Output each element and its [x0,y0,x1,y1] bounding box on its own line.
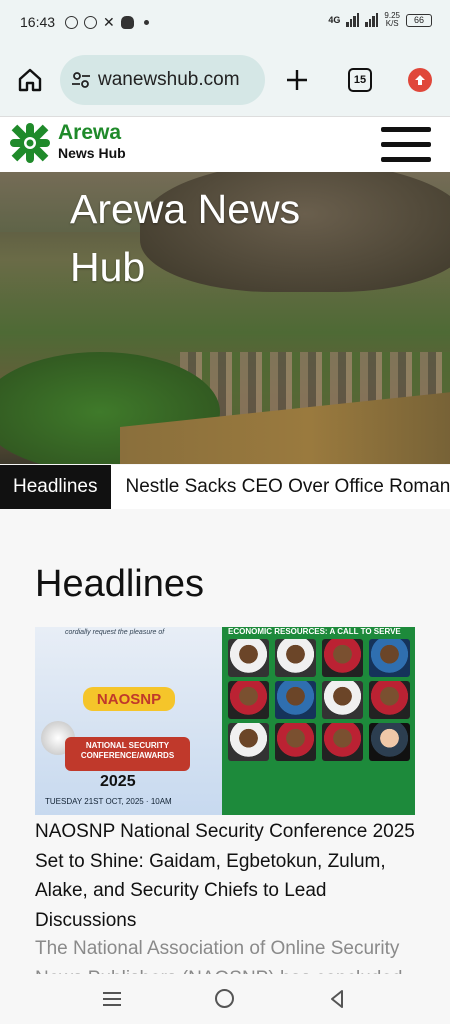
more-notifications-dot [143,19,149,25]
notification-icons: ✕ [65,13,149,30]
headline-ticker: Headlines Nestle Sacks CEO Over Office R… [0,465,450,509]
arewa-logo-icon[interactable] [8,119,52,167]
back-icon[interactable] [327,989,347,1009]
image-right-header: ECONOMIC RESOURCES: A CALL TO SERVE [228,627,401,636]
image-banner: NATIONAL SECURITY CONFERENCE/AWARDS [65,737,190,771]
status-right: 4G 9.25 K/S 66 [328,12,432,28]
section-title: Headlines [35,563,204,605]
article-title[interactable]: NAOSNP National Security Conference 2025… [35,817,420,935]
status-bar: 16:43 ✕ 4G 9.25 K/S 66 [0,0,450,44]
article-excerpt: The National Association of Online Secur… [35,938,403,974]
speaker-photo [228,639,269,677]
site-header: Arewa News Hub [0,116,450,173]
image-year: 2025 [100,773,136,790]
logo-text-arewa[interactable]: Arewa [58,121,121,145]
update-icon[interactable] [408,68,432,92]
snapchat-icon [120,15,134,29]
image-footer: TUESDAY 21ST OCT, 2025 · 10AM [45,797,172,806]
battery-level: 66 [413,15,424,25]
speaker-photo [228,681,269,719]
menu-icon[interactable] [381,127,431,163]
speaker-photo [228,723,269,761]
speaker-photo [369,723,410,761]
speaker-photo [322,639,363,677]
article-image-right: ECONOMIC RESOURCES: A CALL TO SERVE [222,627,415,815]
site-settings-icon[interactable] [70,69,92,91]
speaker-photo [322,723,363,761]
article-image-left: cordially request the pleasure of NAOSNP… [35,627,222,815]
article-image[interactable]: cordially request the pleasure of NAOSNP… [35,627,415,815]
speaker-photo [275,639,316,677]
image-top-text: cordially request the pleasure of [65,629,165,636]
new-tab-icon[interactable] [283,66,311,94]
speaker-photo [275,681,316,719]
status-time: 16:43 [20,14,56,30]
network-speed: 9.25 K/S [384,12,400,28]
image-brand: NAOSNP [83,687,175,711]
speaker-photo [322,681,363,719]
network-type: 4G [328,15,341,25]
system-nav-bar [0,974,450,1024]
home-icon[interactable] [16,66,44,94]
address-bar[interactable]: wanewshub.com [60,55,265,105]
browser-toolbar: wanewshub.com 15 [0,44,450,116]
tab-count: 15 [353,74,367,86]
speed-unit: K/S [385,19,399,28]
signal-icon [346,13,360,27]
speaker-photo [369,639,410,677]
speaker-photo [275,723,316,761]
recent-apps-icon[interactable] [103,992,121,1006]
tab-switcher-button[interactable]: 15 [348,68,372,92]
signal-icon-2 [365,13,379,27]
ticker-label: Headlines [0,465,111,509]
hero-title: Arewa News Hub [70,186,301,290]
url-text: wanewshub.com [98,69,240,90]
battery-icon: 66 [406,13,432,27]
hero-banner: Arewa News Hub [0,172,450,464]
whatsapp-icon [65,15,79,29]
whatsapp-business-icon [84,15,98,29]
ticker-item[interactable]: Nestle Sacks CEO Over Office Romance [126,476,450,498]
speaker-grid [228,639,410,761]
logo-text-newshub[interactable]: News Hub [58,145,126,161]
speaker-photo [369,681,410,719]
x-icon: ✕ [103,13,115,30]
home-circle-icon[interactable] [215,989,234,1008]
